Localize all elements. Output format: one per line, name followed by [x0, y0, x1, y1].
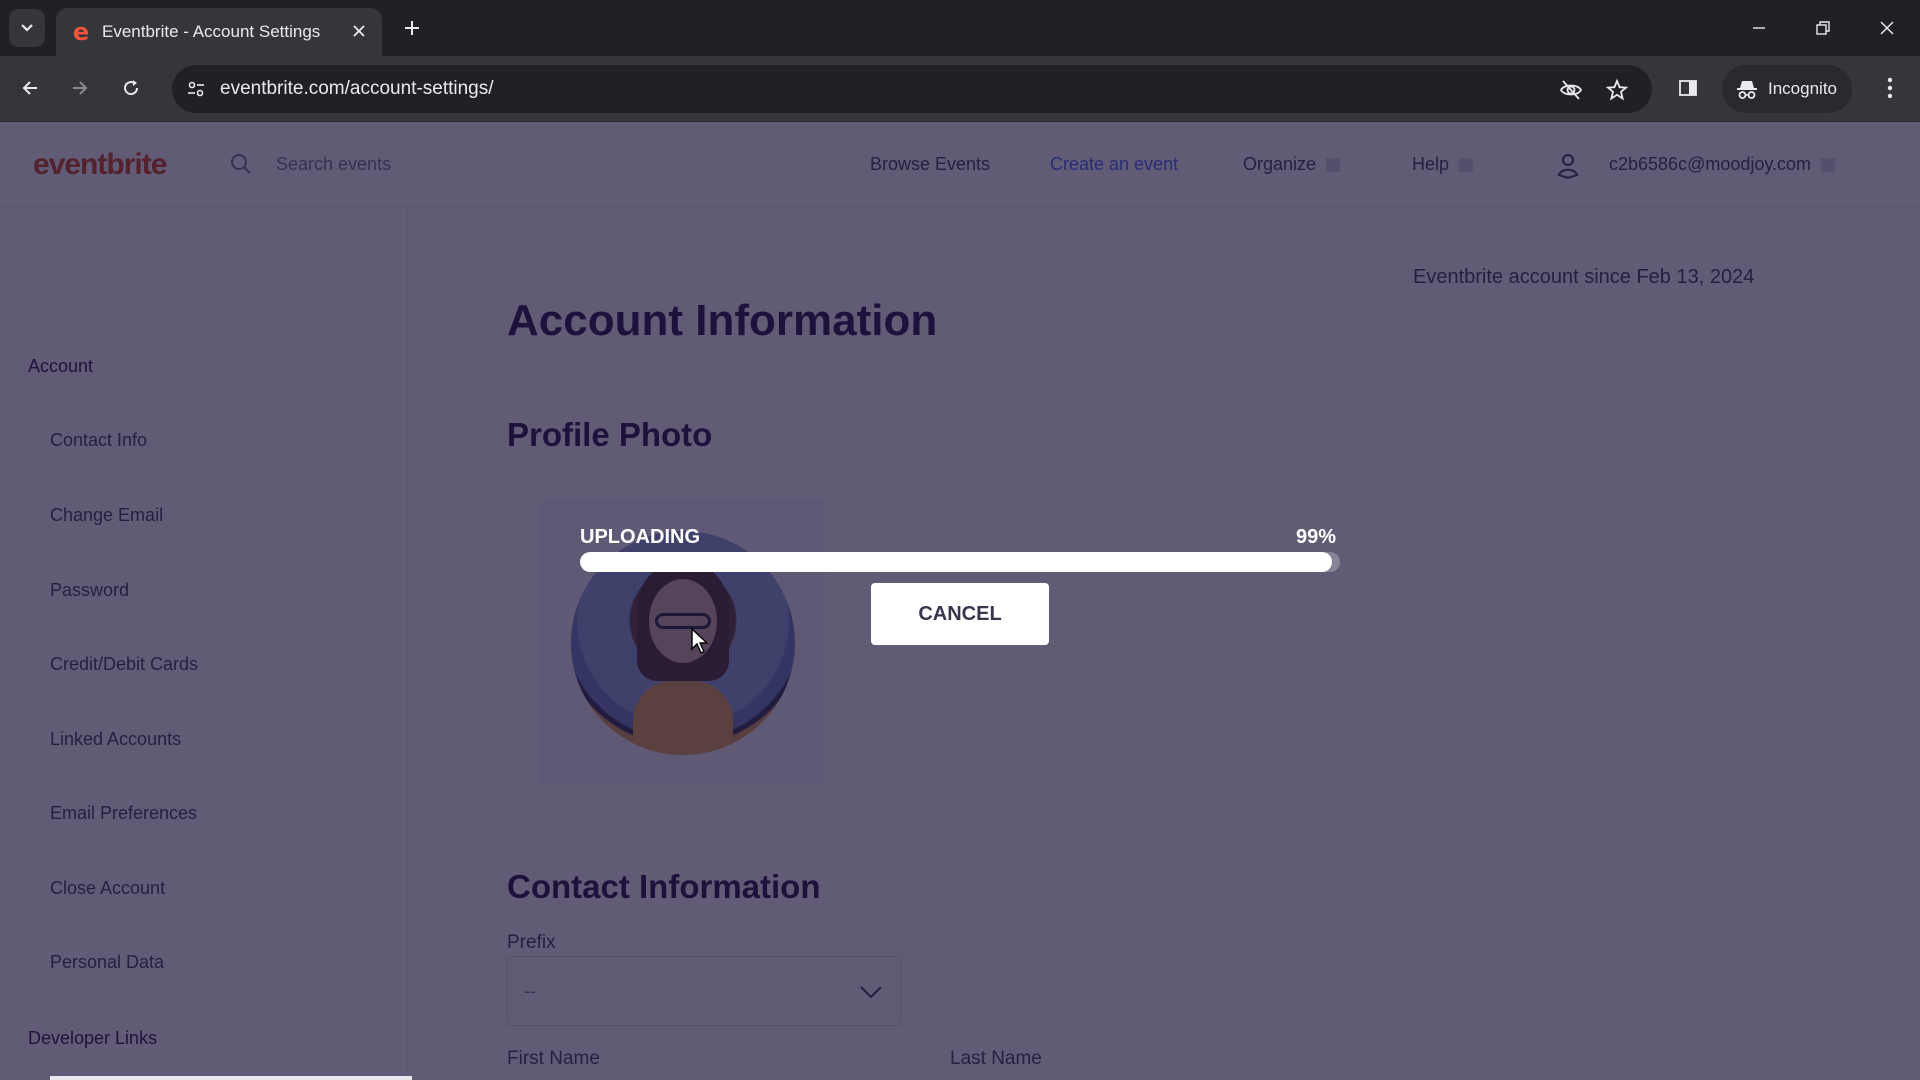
browser-tab-active[interactable]: e Eventbrite - Account Settings — [56, 8, 382, 56]
upload-status-label: UPLOADING — [580, 526, 700, 548]
plus-icon — [405, 21, 419, 35]
url-text[interactable]: eventbrite.com/account-settings/ — [220, 78, 494, 100]
side-panel-button[interactable] — [1672, 72, 1704, 104]
tracking-protection-button[interactable] — [1558, 77, 1584, 103]
upload-overlay: UPLOADING 99% CANCEL — [0, 122, 1920, 1080]
incognito-icon — [1737, 81, 1757, 99]
tab-title: Eventbrite - Account Settings — [102, 22, 321, 41]
incognito-label: Incognito — [1768, 79, 1837, 98]
minimize-icon — [1753, 27, 1765, 29]
browser-tab-bar: e Eventbrite - Account Settings — [0, 0, 1920, 56]
tab-search-button[interactable] — [9, 9, 45, 47]
close-window-button[interactable] — [1865, 10, 1909, 46]
close-icon — [353, 25, 365, 37]
bookmark-button[interactable] — [1604, 77, 1630, 103]
restore-icon — [1816, 21, 1830, 35]
horizontal-scrollbar[interactable] — [50, 1076, 412, 1080]
close-icon — [1880, 21, 1894, 35]
address-bar[interactable]: eventbrite.com/account-settings/ — [172, 65, 1652, 113]
upload-percent-label: 99% — [1296, 526, 1337, 548]
forward-button[interactable] — [64, 72, 96, 104]
restore-button[interactable] — [1801, 10, 1845, 46]
site-info-button[interactable] — [184, 77, 208, 101]
mouse-cursor-icon — [691, 627, 709, 654]
upload-progress-fill — [580, 552, 1333, 572]
arrow-left-icon — [22, 81, 37, 95]
eye-off-icon — [1559, 80, 1583, 100]
incognito-badge[interactable]: Incognito — [1722, 65, 1852, 113]
upload-progress-bar — [580, 552, 1340, 572]
tune-icon — [188, 81, 204, 97]
close-tab-button[interactable] — [348, 20, 370, 42]
side-panel-icon — [1679, 80, 1697, 96]
web-page: eventbrite Browse Events Create an event… — [0, 122, 1920, 1080]
reload-button[interactable] — [115, 72, 147, 104]
arrow-right-icon — [73, 81, 88, 95]
reload-icon — [124, 80, 139, 96]
kebab-menu-icon — [1887, 77, 1893, 99]
browser-toolbar: eventbrite.com/account-settings/ Incogni… — [0, 56, 1920, 122]
eventbrite-favicon-icon: e — [72, 18, 90, 46]
chevron-down-icon — [21, 24, 33, 32]
star-icon — [1605, 78, 1629, 101]
browser-menu-button[interactable] — [1874, 72, 1906, 104]
minimize-button[interactable] — [1737, 10, 1781, 46]
cancel-upload-button[interactable]: CANCEL — [871, 583, 1049, 645]
new-tab-button[interactable] — [398, 14, 426, 42]
back-button[interactable] — [14, 72, 46, 104]
